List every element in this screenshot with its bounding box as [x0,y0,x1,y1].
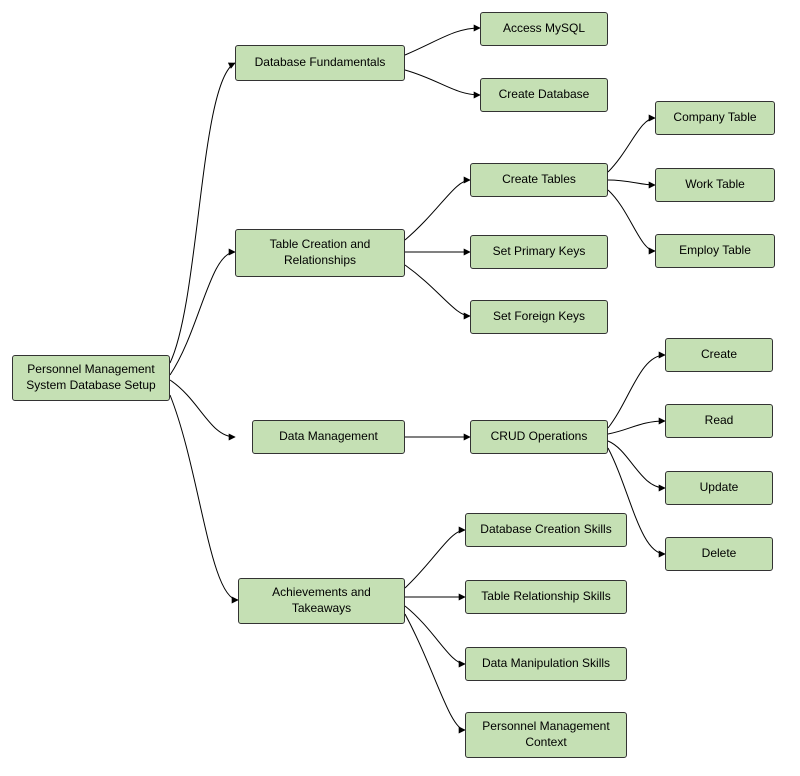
node-label: Set Primary Keys [493,244,586,260]
node-label: Access MySQL [503,21,585,37]
node-achievements-takeaways: Achievements and Takeaways [238,578,405,624]
node-label: Table Creation and Relationships [242,237,398,268]
node-database-creation-skills: Database Creation Skills [465,513,627,547]
node-delete: Delete [665,537,773,571]
node-access-mysql: Access MySQL [480,12,608,46]
node-update: Update [665,471,773,505]
node-data-manipulation-skills: Data Manipulation Skills [465,647,627,681]
node-label: Set Foreign Keys [493,309,585,325]
node-crud-operations: CRUD Operations [470,420,608,454]
node-label: Employ Table [679,243,751,259]
node-label: Read [705,413,734,429]
node-label: Data Manipulation Skills [482,656,610,672]
node-set-primary-keys: Set Primary Keys [470,235,608,269]
node-create-database: Create Database [480,78,608,112]
node-label: Database Creation Skills [480,522,611,538]
node-label: Create Database [499,87,590,103]
node-label: Create Tables [502,172,576,188]
node-work-table: Work Table [655,168,775,202]
node-set-foreign-keys: Set Foreign Keys [470,300,608,334]
node-company-table: Company Table [655,101,775,135]
node-label: Delete [702,546,737,562]
node-database-fundamentals: Database Fundamentals [235,45,405,81]
node-label: Database Fundamentals [255,55,386,71]
node-table-creation-relationships: Table Creation and Relationships [235,229,405,277]
node-label: Update [700,480,739,496]
node-label: Company Table [673,110,756,126]
node-data-management: Data Management [252,420,405,454]
node-label: Data Management [279,429,378,445]
node-label: Personnel Management System Database Set… [19,362,163,393]
node-create: Create [665,338,773,372]
node-table-relationship-skills: Table Relationship Skills [465,580,627,614]
node-read: Read [665,404,773,438]
node-label: CRUD Operations [491,429,588,445]
node-label: Create [701,347,737,363]
node-employ-table: Employ Table [655,234,775,268]
node-personnel-management-context: Personnel Management Context [465,712,627,758]
node-root: Personnel Management System Database Set… [12,355,170,401]
node-label: Work Table [685,177,745,193]
node-create-tables: Create Tables [470,163,608,197]
node-label: Table Relationship Skills [481,589,610,605]
node-label: Personnel Management Context [472,719,620,750]
node-label: Achievements and Takeaways [245,585,398,616]
